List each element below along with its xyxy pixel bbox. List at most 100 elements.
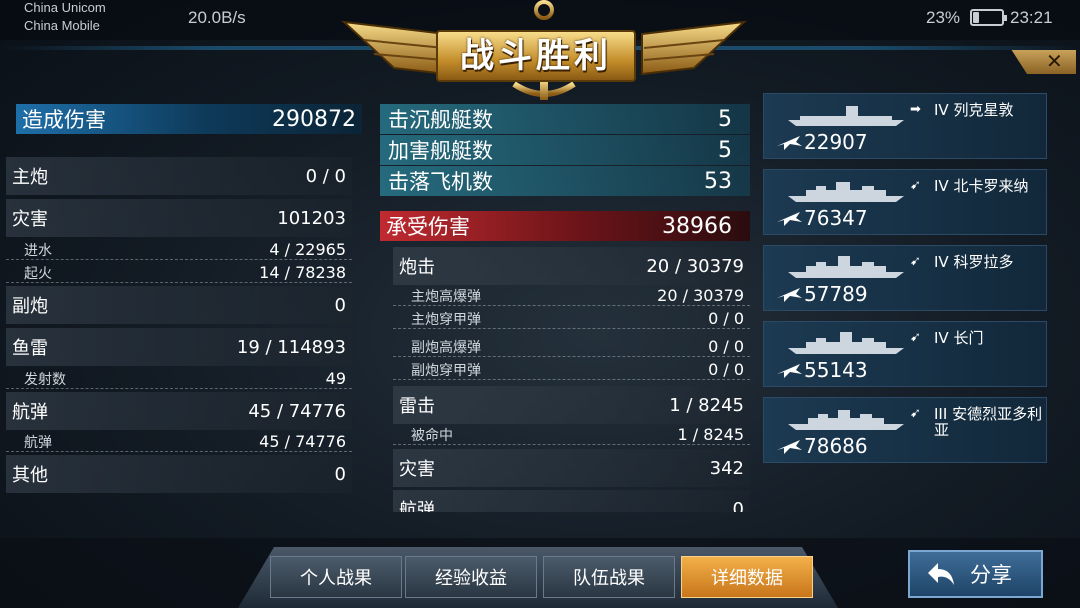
- ship-silhouette-icon: [788, 106, 904, 126]
- stat-value: 1 / 8245: [677, 425, 744, 444]
- stat-label: 灾害: [12, 209, 48, 230]
- close-icon: ✕: [1046, 49, 1063, 73]
- damage-dealt-header: 造成伤害 290872: [16, 104, 362, 134]
- stat-value: 5: [718, 137, 732, 163]
- battery-percent: 23%: [926, 8, 961, 27]
- stat-value: 0 / 0: [708, 337, 744, 356]
- stat-value: 1 / 8245: [669, 394, 744, 416]
- stat-subrow-secondary-he: 副炮高爆弹 0 / 0: [393, 337, 750, 357]
- stat-row-shelling: 炮击 20 / 30379: [393, 247, 750, 285]
- stat-subrow-main-ap: 主炮穿甲弹 0 / 0: [393, 309, 750, 329]
- ship-name-text: 北卡罗来纳: [953, 177, 1029, 195]
- stat-subrow-secondary-ap: 副炮穿甲弹 0 / 0: [393, 360, 750, 380]
- carrier-1: China Unicom: [24, 0, 106, 15]
- stat-label: 副炮高爆弹: [411, 339, 481, 356]
- stat-label: 雷击: [399, 396, 435, 417]
- ship-damage: 55143: [804, 358, 868, 382]
- ship-card-1[interactable]: ➡ IV 列克星敦 22907: [763, 93, 1047, 159]
- stat-subrow-bombs: 航弹 45 / 74776: [6, 432, 352, 452]
- ship-damage: 78686: [804, 434, 868, 458]
- share-button[interactable]: 分享: [908, 550, 1043, 598]
- ship-card-2[interactable]: ➹ IV 北卡罗来纳 76347: [763, 169, 1047, 235]
- stat-label: 副炮: [12, 296, 48, 317]
- ship-card-4[interactable]: ➹ IV 长门 55143: [763, 321, 1047, 387]
- damage-dealt-value: 290872: [272, 106, 356, 132]
- share-label: 分享: [970, 563, 1012, 587]
- tab-personal-results[interactable]: 个人战果: [270, 556, 402, 598]
- battleship-icon: ➹: [910, 254, 921, 269]
- ship-damage: 22907: [804, 130, 868, 154]
- ship-name: IV 北卡罗来纳: [934, 178, 1046, 194]
- aircraft-icon: [777, 212, 802, 226]
- stat-label: 发射数: [24, 371, 66, 388]
- ship-name: IV 列克星敦: [934, 102, 1046, 118]
- ship-tier: IV: [934, 177, 949, 195]
- stat-row-bombs: 航弹 45 / 74776: [6, 392, 352, 430]
- kills-row-damaged: 加害舰艇数 5: [380, 135, 750, 165]
- stat-row-main-gun: 主炮 0 / 0: [6, 157, 352, 195]
- stat-value: 0: [732, 498, 744, 513]
- victory-banner: 战斗胜利: [334, 0, 754, 104]
- ship-damage: 76347: [804, 206, 868, 230]
- stat-value: 0 / 0: [708, 309, 744, 328]
- stat-value: 101203: [277, 207, 346, 229]
- stat-value: 19 / 114893: [236, 336, 346, 358]
- tab-label: 经验收益: [435, 568, 507, 589]
- ship-silhouette-icon: [788, 256, 904, 278]
- stat-label: 副炮穿甲弹: [411, 362, 481, 379]
- stat-row-disaster-received: 灾害 342: [393, 449, 750, 487]
- stat-value: 0: [334, 294, 346, 316]
- ship-silhouette-icon: [788, 332, 904, 354]
- battery-level-fill: [973, 12, 980, 23]
- stat-label: 击落飞机数: [388, 170, 493, 194]
- stat-value: 342: [709, 457, 744, 479]
- stat-label: 主炮高爆弹: [411, 288, 481, 305]
- battery-icon: [970, 9, 1007, 26]
- stat-subrow-launched: 发射数 49: [6, 369, 352, 389]
- carrier-icon: ➡: [910, 102, 921, 117]
- damage-received-header: 承受伤害 38966: [380, 211, 750, 241]
- stat-row-bombs-received: 航弹 0: [393, 490, 750, 512]
- tab-team-results[interactable]: 队伍战果: [543, 556, 675, 598]
- received-scroll-list[interactable]: 炮击 20 / 30379 主炮高爆弹 20 / 30379 主炮穿甲弹 0 /…: [393, 245, 750, 512]
- stat-label: 其他: [12, 465, 48, 486]
- stat-value: 45 / 74776: [248, 400, 346, 422]
- stat-row-torpedo-hits: 雷击 1 / 8245: [393, 386, 750, 424]
- ship-name: IV 长门: [934, 330, 1046, 346]
- aircraft-icon: [777, 288, 802, 302]
- stat-value: 20 / 30379: [657, 286, 744, 305]
- stat-value: 45 / 74776: [259, 432, 346, 451]
- damage-received-value: 38966: [662, 213, 732, 239]
- tab-detailed-data[interactable]: 详细数据: [681, 556, 813, 598]
- stat-value: 4 / 22965: [269, 240, 346, 259]
- battleship-icon: ➹: [910, 178, 921, 193]
- ship-damage: 57789: [804, 282, 868, 306]
- stat-row-other: 其他 0: [6, 455, 352, 493]
- stat-label: 加害舰艇数: [388, 139, 493, 163]
- tab-label: 详细数据: [711, 568, 783, 589]
- tab-experience[interactable]: 经验收益: [405, 556, 537, 598]
- ship-card-3[interactable]: ➹ IV 科罗拉多 57789: [763, 245, 1047, 311]
- tab-label: 个人战果: [300, 568, 372, 589]
- ship-silhouette-icon: [788, 182, 904, 202]
- tab-label: 队伍战果: [573, 568, 645, 589]
- stat-value: 14 / 78238: [259, 263, 346, 282]
- victory-title: 战斗胜利: [436, 30, 636, 82]
- stat-label: 鱼雷: [12, 338, 48, 359]
- aircraft-icon: [777, 364, 802, 378]
- ship-name-text: 列克星敦: [953, 101, 1014, 119]
- ship-silhouette-icon: [788, 410, 904, 430]
- back-arrow-icon: [928, 563, 954, 585]
- ship-name: III 安德烈亚多利亚: [934, 406, 1046, 438]
- carrier-2: China Mobile: [24, 18, 100, 33]
- stat-value: 49: [325, 369, 346, 388]
- stat-subrow-flooding: 进水 4 / 22965: [6, 240, 352, 260]
- close-button[interactable]: ✕: [1011, 49, 1076, 74]
- ship-card-5[interactable]: ➹ III 安德烈亚多利亚 78686: [763, 397, 1047, 463]
- battleship-icon: ➹: [910, 330, 921, 345]
- stat-subrow-fire: 起火 14 / 78238: [6, 263, 352, 283]
- stat-label: 航弹: [24, 434, 52, 451]
- damage-dealt-label: 造成伤害: [22, 108, 106, 132]
- stat-label: 主炮: [12, 167, 48, 188]
- stat-label: 起火: [24, 265, 52, 282]
